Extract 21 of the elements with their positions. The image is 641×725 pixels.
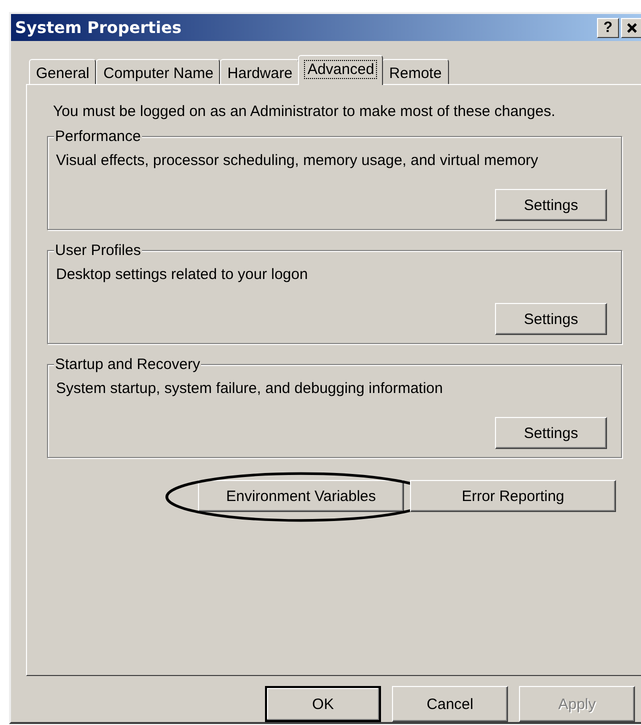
notice-text: You must be logged on as an Administrator to make most of these changes. (53, 103, 556, 120)
tab[interactable]: General (29, 59, 96, 85)
tab[interactable]: Hardware (220, 59, 300, 85)
dialog-button[interactable]: Error Reporting (410, 480, 616, 512)
tab[interactable]: Remote (382, 59, 449, 85)
group-description: System startup, system failure, and debugging information (56, 380, 444, 397)
help-button[interactable]: ? (597, 18, 619, 38)
settings-button[interactable]: Settings (495, 417, 607, 449)
dialog-button[interactable]: Environment Variables (198, 480, 404, 512)
group-title: Startup and Recovery (54, 356, 202, 373)
window-title: System Properties (15, 18, 182, 37)
dialog-button[interactable]: OK (265, 686, 381, 722)
close-icon (626, 22, 638, 34)
close-button[interactable] (621, 18, 641, 38)
group-description: Desktop settings related to your logon (56, 266, 309, 283)
dialog-button[interactable]: Cancel (392, 686, 508, 722)
group-description: Visual effects, processor scheduling, memory usage, and virtual memory (56, 152, 540, 169)
tab[interactable]: Computer Name (96, 59, 220, 85)
settings-button[interactable]: Settings (495, 303, 607, 335)
settings-button[interactable]: Settings (495, 189, 607, 221)
tab[interactable]: Advanced (298, 55, 384, 85)
